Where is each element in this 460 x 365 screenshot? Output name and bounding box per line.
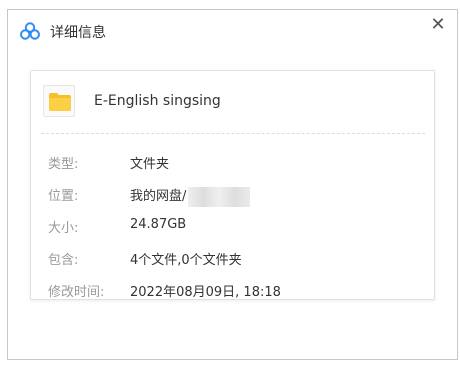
close-icon: ✕: [430, 14, 446, 35]
size-label: 大小:: [48, 221, 79, 236]
contains-value: 4个文件,0个文件夹: [130, 253, 242, 268]
modified-label: 修改时间:: [48, 285, 105, 300]
folder-icon: [49, 93, 71, 111]
close-button[interactable]: ✕: [427, 14, 449, 36]
location-value: 我的网盘/: [130, 189, 187, 204]
file-thumbnail: [43, 85, 75, 117]
redacted-path: [188, 186, 251, 207]
size-value: 24.87GB: [130, 217, 187, 232]
location-label: 位置:: [48, 189, 79, 204]
type-value: 文件夹: [130, 157, 170, 172]
contains-label: 包含:: [48, 253, 79, 268]
details-dialog: 详细信息 ✕ E-English singsing 类型: 文件夹 位置: 我的…: [7, 9, 458, 360]
type-label: 类型:: [48, 157, 79, 172]
location-value-wrap: 我的网盘/: [130, 185, 251, 207]
file-info-card: E-English singsing 类型: 文件夹 位置: 我的网盘/ 大小:…: [30, 70, 435, 300]
divider: [41, 133, 425, 134]
baidu-netdisk-icon: [20, 22, 40, 40]
modified-value: 2022年08月09日, 18:18: [130, 285, 281, 300]
file-name: E-English singsing: [94, 93, 221, 109]
dialog-title: 详细信息: [50, 25, 106, 41]
dialog-titlebar: 详细信息 ✕: [8, 10, 457, 50]
